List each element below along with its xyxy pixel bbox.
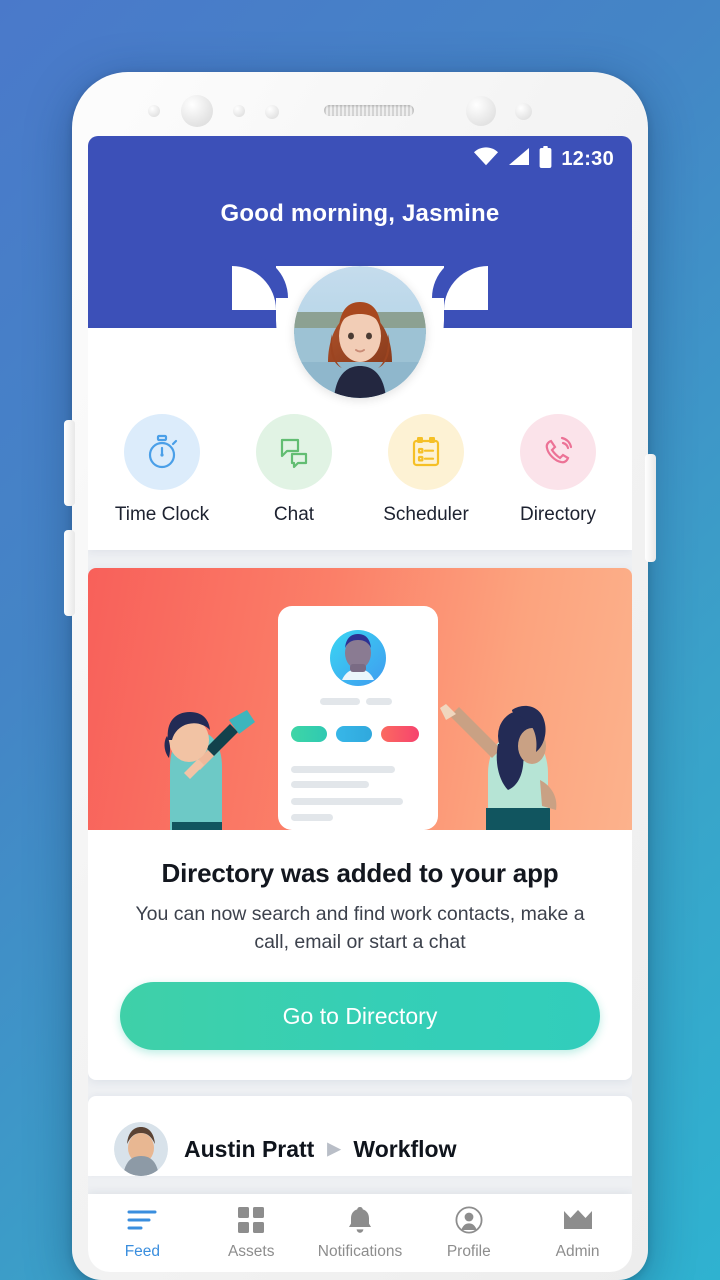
nav-label: Notifications	[317, 1242, 403, 1260]
phone-ringing-icon	[520, 414, 596, 490]
chat-bubbles-icon	[256, 414, 332, 490]
nav-label: Profile	[446, 1242, 491, 1260]
earpiece-speaker	[324, 105, 414, 116]
iris-scanner-icon	[466, 96, 496, 126]
nav-label: Feed	[124, 1242, 161, 1260]
status-bar-time: 12:30	[561, 147, 614, 170]
user-avatar[interactable]	[294, 266, 426, 398]
promo-card: Directory was added to your app You can …	[88, 568, 632, 1081]
front-camera-icon	[181, 95, 213, 127]
feed-channel-name: Workflow	[353, 1135, 457, 1162]
bottom-navigation-bar: Feed Assets Notifications Profile Admin	[88, 1194, 632, 1272]
power-button[interactable]	[645, 454, 656, 562]
quick-action-scheduler[interactable]: Scheduler	[365, 414, 487, 526]
go-to-directory-button[interactable]: Go to Directory	[120, 982, 600, 1051]
greeting-text: Good morning, Jasmine	[220, 200, 500, 227]
feed-author-avatar	[114, 1122, 168, 1177]
light-sensor-icon	[265, 105, 279, 119]
clipboard-calendar-icon	[388, 414, 464, 490]
crown-icon	[563, 1206, 593, 1234]
cellular-signal-icon	[508, 147, 530, 171]
volume-down-button[interactable]	[64, 530, 75, 616]
battery-icon	[539, 145, 552, 173]
led-indicator-icon	[515, 103, 532, 120]
directory-announcement-illustration	[88, 568, 632, 830]
chevron-right-icon: ▶	[327, 1139, 341, 1159]
phone-screen: 12:30 Good morning, Jasmine Time Clock C…	[88, 136, 632, 1272]
promo-title: Directory was added to your app	[161, 858, 559, 888]
nav-item-profile[interactable]: Profile	[414, 1194, 523, 1272]
nav-label: Assets	[227, 1242, 275, 1260]
promo-subtitle: You can now search and find work contact…	[135, 903, 585, 953]
phone-device-frame: 12:30 Good morning, Jasmine Time Clock C…	[64, 72, 656, 1280]
nav-item-assets[interactable]: Assets	[197, 1194, 306, 1272]
feed-list-item[interactable]: Austin Pratt ▶ Workflow	[88, 1096, 632, 1177]
nav-item-feed[interactable]: Feed	[88, 1194, 197, 1272]
wifi-icon	[473, 147, 499, 171]
quick-action-label: Scheduler	[383, 504, 469, 525]
quick-action-label: Time Clock	[114, 504, 210, 525]
quick-action-directory[interactable]: Directory	[497, 414, 619, 526]
feed-lines-icon	[127, 1206, 157, 1234]
proximity-sensor-icon	[233, 105, 245, 117]
status-bar: 12:30	[88, 136, 632, 170]
quick-action-chat[interactable]: Chat	[233, 414, 355, 526]
nav-item-admin[interactable]: Admin	[523, 1194, 632, 1272]
nav-label: Admin	[555, 1242, 600, 1260]
volume-up-button[interactable]	[64, 420, 75, 506]
quick-actions-panel: Time Clock Chat Scheduler Directory	[88, 266, 632, 550]
feed-item-heading: Austin Pratt ▶ Workflow	[184, 1136, 457, 1163]
grid-squares-icon	[238, 1206, 265, 1234]
quick-action-label: Chat	[273, 504, 315, 525]
quick-action-label: Directory	[519, 504, 596, 525]
feed-author-name: Austin Pratt	[184, 1135, 315, 1162]
sensor-icon	[148, 105, 160, 117]
stopwatch-icon	[124, 414, 200, 490]
bell-icon	[347, 1206, 373, 1234]
nav-item-notifications[interactable]: Notifications	[306, 1194, 415, 1272]
person-circle-icon	[455, 1205, 483, 1234]
quick-action-time-clock[interactable]: Time Clock	[101, 414, 223, 526]
